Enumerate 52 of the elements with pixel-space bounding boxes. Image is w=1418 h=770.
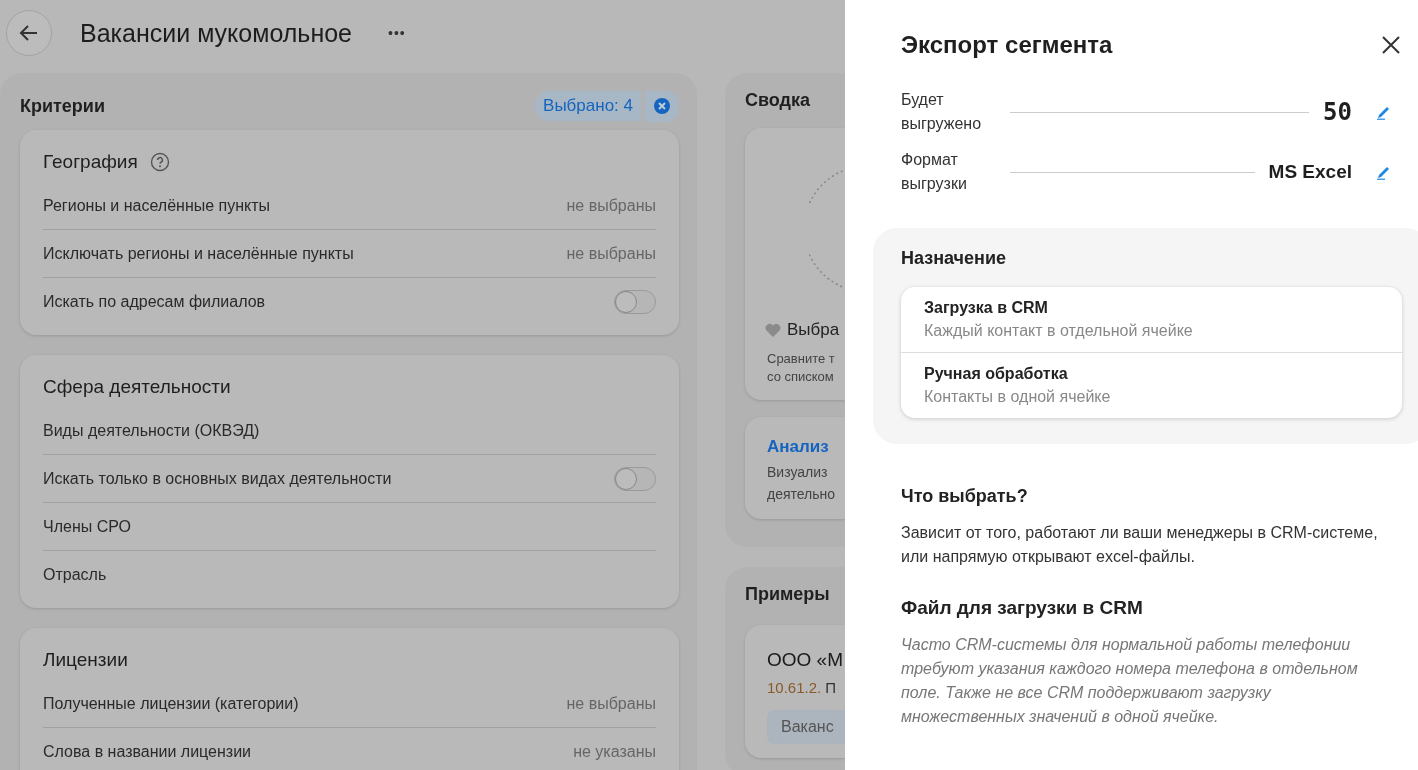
vacancy-chip: Ваканс (767, 710, 845, 744)
help-icon[interactable] (149, 152, 170, 172)
criteria-label[interactable]: Полученные лицензии (категории) (43, 694, 299, 713)
activity-name: П (825, 679, 836, 696)
clear-icon (653, 97, 671, 115)
criteria-value: не выбраны (566, 244, 656, 263)
group-title: География (43, 151, 138, 173)
pencil-icon (1376, 104, 1392, 120)
pencil-icon (1376, 164, 1392, 180)
group-title: Лицензии (43, 649, 128, 671)
toggle-switch[interactable] (614, 289, 656, 314)
selected-count-badge: Выбрано: 4 (535, 91, 641, 121)
section-title: Файл для загрузки в CRM (901, 597, 1144, 619)
criteria-value: не выбраны (566, 694, 656, 713)
close-button[interactable] (1382, 36, 1400, 54)
panel-title: Сводка (745, 90, 812, 111)
more-button[interactable]: ••• (388, 25, 406, 41)
activity-code: 10.61.2. (767, 679, 822, 696)
section-title: Назначение (901, 248, 1008, 269)
criteria-value: не выбраны (566, 196, 656, 215)
panel-title: Критерии (20, 95, 106, 117)
criteria-label[interactable]: Искать только в основных видах деятельности (43, 469, 392, 488)
back-button[interactable] (6, 10, 52, 56)
heart-icon (765, 323, 781, 337)
criteria-label[interactable]: Отрасль (43, 565, 107, 584)
criteria-label[interactable]: Исключать регионы и населённые пункты (43, 244, 354, 263)
criteria-label[interactable]: Слова в названии лицензии (43, 742, 252, 761)
page-title: Вакансии мукомольное (80, 18, 352, 48)
field-value: 50 (1323, 98, 1352, 126)
purpose-option[interactable]: Ручная обработка Контакты в одной ячейке (901, 353, 1402, 418)
drawer-title: Экспорт сегмента (901, 31, 1113, 59)
group-title: Сфера деятельности (43, 376, 231, 398)
clear-button[interactable] (645, 90, 679, 122)
toggle-switch[interactable] (614, 466, 656, 491)
purpose-option[interactable]: Загрузка в CRM Каждый контакт в отдельной ячейке (901, 287, 1402, 353)
compare-text: Сравните т со списком (767, 350, 836, 386)
criteria-label[interactable]: Искать по адресам филиалов (43, 292, 266, 311)
criteria-label[interactable]: Члены СРО (43, 517, 131, 536)
crm-note: Часто CRM-системы для нормальной работы телефонии требуют указания каждого номера телефона в отдельном поле. Также не все CRM поддерживают загрузку множественных значений в одной ячейке. (901, 635, 1359, 727)
section-title: Что выбрать? (901, 486, 1029, 507)
criteria-value: не указаны (573, 742, 656, 761)
company-name: ООО «М (767, 649, 844, 671)
close-icon (1382, 36, 1400, 54)
criteria-label[interactable]: Регионы и населённые пункты (43, 196, 271, 215)
field-label: Будет выгружено (901, 90, 983, 134)
analysis-text: Визуализ деятельно (767, 463, 837, 504)
criteria-label[interactable]: Виды деятельности (ОКВЭД) (43, 421, 260, 440)
field-label: Формат выгрузки (901, 150, 968, 194)
favorites-label: Выбра (787, 320, 840, 340)
help-text: Зависит от того, работают ли ваши менеджеры в CRM-системе, или напрямую открывают excel-файлы. (901, 523, 1379, 567)
panel-title: Примеры (745, 584, 831, 605)
field-value: MS Excel (1268, 161, 1352, 183)
